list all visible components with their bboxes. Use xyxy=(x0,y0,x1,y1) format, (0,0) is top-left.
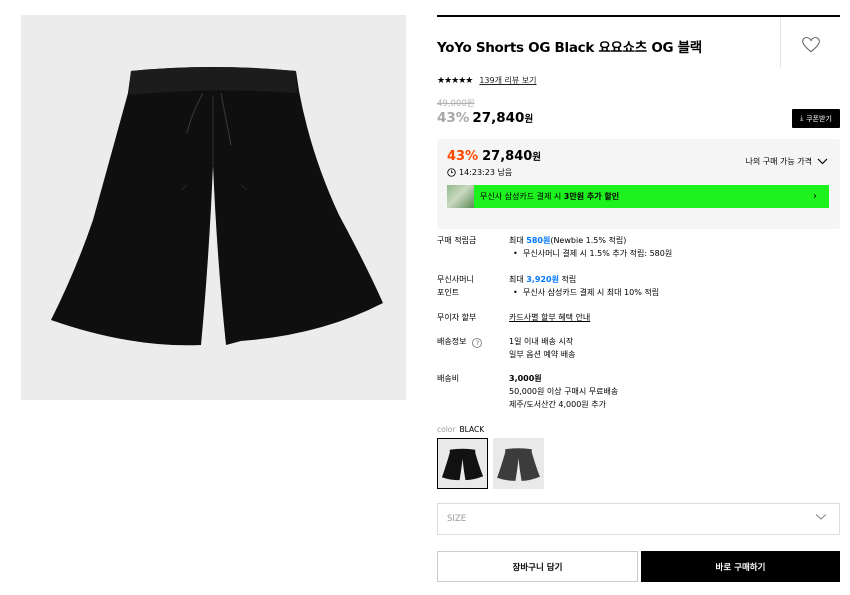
add-to-cart-button[interactable]: 장바구니 담기 xyxy=(437,551,638,582)
color-swatch-black[interactable] xyxy=(437,438,488,489)
points-suffix: (Newbie 1.5% 적립) xyxy=(550,236,627,245)
promo-prefix: 무신사 삼성카드 결제 시 xyxy=(480,192,564,201)
timer: 14:23:23 남음 xyxy=(447,167,512,178)
chevron-down-icon xyxy=(817,158,828,165)
promo-highlight: 3만원 추가 할인 xyxy=(563,192,620,201)
price-box: 43% 27,840 원 14:23:23 남음 나의 구매 가능 가격 무신사… xyxy=(437,139,840,229)
points-bullet: 무신사머니 결제 시 1.5% 추가 적립: 580원 xyxy=(509,247,829,260)
heart-icon[interactable] xyxy=(801,35,821,55)
product-title: YoYo Shorts OG Black 요요쇼츠 OG 블랙 xyxy=(437,40,702,56)
installment-label: 무이자 할부 xyxy=(437,313,477,322)
money-suffix: 적립 xyxy=(558,275,577,284)
timer-text: 14:23:23 남음 xyxy=(459,168,513,177)
coupon-button[interactable]: ⤓ 쿠폰받기 xyxy=(792,109,840,128)
price-box-value: 27,840 xyxy=(482,149,533,164)
star-rating-icon: ★★★★★ xyxy=(437,75,473,86)
coupon-label: 쿠폰받기 xyxy=(806,114,832,123)
my-price-toggle[interactable]: 나의 구매 가능 가격 xyxy=(745,156,828,167)
money-prefix: 최대 xyxy=(509,275,527,284)
currency-unit: 원 xyxy=(524,114,534,125)
shipping-island-fee: 제주/도서산간 4,000원 추가 xyxy=(509,400,606,409)
color-swatch-charcoal[interactable] xyxy=(493,438,544,489)
chevron-right-icon: › xyxy=(813,191,817,202)
price-box-discount: 43% xyxy=(447,149,479,164)
review-link[interactable]: 139개 리뷰 보기 xyxy=(479,75,536,86)
color-value: BLACK xyxy=(459,425,485,434)
installment-link[interactable]: 카드사별 할부 혜택 안내 xyxy=(509,313,590,322)
money-label-line2: 포인트 xyxy=(437,288,460,297)
size-placeholder: SIZE xyxy=(447,514,467,524)
black-shorts-image xyxy=(51,67,383,346)
color-label: color BLACK xyxy=(437,425,484,434)
rating: ★★★★★ 139개 리뷰 보기 xyxy=(437,75,537,86)
points-value: 580원 xyxy=(526,236,551,245)
sale-price: 27,840 xyxy=(472,110,525,126)
help-icon[interactable]: ? xyxy=(472,338,483,348)
price-row: 43% 27,840 원 xyxy=(437,110,533,126)
shipping-info-line1: 1일 이내 배송 시작 xyxy=(509,337,574,346)
points-label: 구매 적립금 xyxy=(437,236,477,245)
title-row: YoYo Shorts OG Black 요요쇼츠 OG 블랙 xyxy=(437,15,840,68)
money-value: 3,920원 xyxy=(526,275,559,284)
product-info: YoYo Shorts OG Black 요요쇼츠 OG 블랙 ★★★★★ 13… xyxy=(437,15,840,582)
card-thumbnail xyxy=(447,185,474,208)
product-image xyxy=(21,15,406,400)
original-price: 49,000원 xyxy=(437,99,475,109)
discount-percent: 43% xyxy=(437,110,470,126)
points-value-block: 최대 580원(Newbie 1.5% 적립) 무신사머니 결제 시 1.5% … xyxy=(509,234,829,260)
chevron-down-icon xyxy=(815,514,827,520)
money-label-line1: 무신사머니 xyxy=(437,275,474,284)
shipping-info-label: 배송정보 xyxy=(437,337,467,346)
points-prefix: 최대 xyxy=(509,236,527,245)
price-box-price: 43% 27,840 원 xyxy=(447,149,541,164)
clock-icon xyxy=(447,168,456,177)
shipping-fee: 3,000원 xyxy=(509,374,542,383)
shipping-fee-label: 배송비 xyxy=(437,374,460,383)
samsung-card-promo-banner[interactable]: 무신사 삼성카드 결제 시 3만원 추가 할인 › xyxy=(447,185,829,208)
size-select[interactable]: SIZE xyxy=(437,503,840,535)
money-label: 무신사머니 포인트 xyxy=(437,273,507,299)
shipping-info-label-wrap: 배송정보? xyxy=(437,335,507,348)
shipping-free-threshold: 50,000원 이상 구매시 무료배송 xyxy=(509,387,619,396)
buy-now-button[interactable]: 바로 구매하기 xyxy=(641,551,840,582)
promo-text: 무신사 삼성카드 결제 시 3만원 추가 할인 xyxy=(480,191,813,202)
price-box-currency: 원 xyxy=(532,152,542,163)
shipping-info-line2: 일부 옵션 예약 배송 xyxy=(509,350,576,359)
my-price-label: 나의 구매 가능 가격 xyxy=(745,157,812,166)
title-divider xyxy=(780,17,781,68)
download-icon: ⤓ xyxy=(800,114,804,122)
money-value-block: 최대 3,920원 적립 무신사 삼성카드 결제 시 최대 10% 적립 xyxy=(509,273,829,299)
color-key: color xyxy=(437,425,456,434)
money-bullet: 무신사 삼성카드 결제 시 최대 10% 적립 xyxy=(509,286,829,299)
